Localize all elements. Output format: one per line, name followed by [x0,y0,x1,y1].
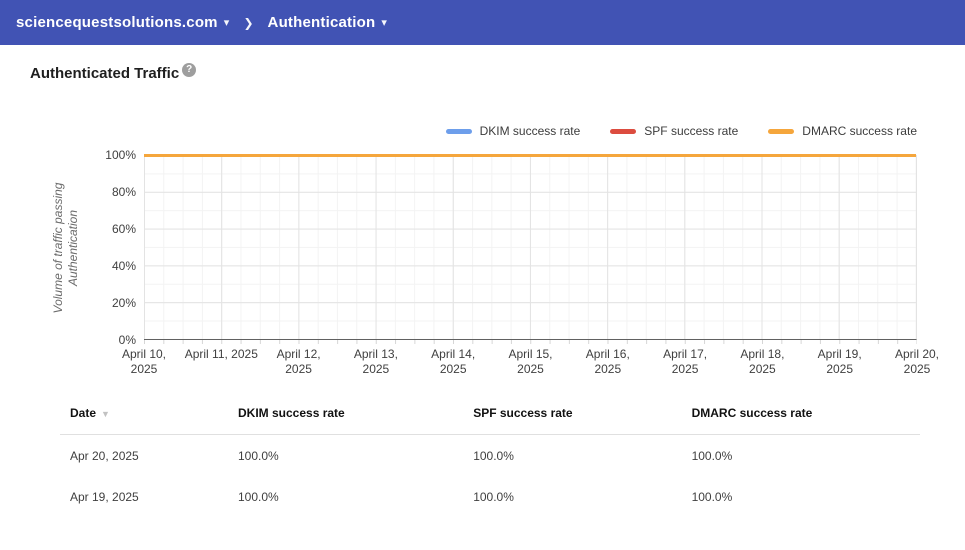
cell-dkim: 100.0% [238,490,473,504]
legend-label-dkim: DKIM success rate [480,124,581,138]
y-tick-20: 20% [76,296,136,310]
page-title: Authenticated Traffic [30,65,179,82]
cell-spf: 100.0% [473,449,691,463]
breadcrumb-separator-icon: ❯ [243,16,253,30]
y-tick-40: 40% [76,259,136,273]
app-bar: sciencequestsolutions.com ▾ ❯ Authentica… [0,0,965,45]
column-header-date[interactable]: Date ▼ [70,406,238,420]
table-row: Apr 20, 2025 100.0% 100.0% 100.0% [60,435,920,476]
x-label-apr20: April 20, 2025 [872,347,962,377]
domain-selector-dropdown[interactable]: sciencequestsolutions.com ▾ [16,14,229,31]
legend-item-dmarc: DMARC success rate [768,124,917,138]
cell-date: Apr 19, 2025 [70,490,238,504]
y-tick-100: 100% [76,148,136,162]
y-tick-80: 80% [76,185,136,199]
sort-descending-icon: ▼ [101,409,110,419]
column-header-dmarc: DMARC success rate [692,406,910,420]
y-tick-60: 60% [76,222,136,236]
chevron-down-icon: ▾ [381,16,387,29]
section-selector-dropdown[interactable]: Authentication ▾ [268,14,388,31]
legend-item-dkim: DKIM success rate [446,124,581,138]
dmarc-series-line [144,154,916,157]
y-axis-title: Volume of traffic passing Authentication [51,148,81,348]
dmarc-line-swatch [768,129,794,134]
legend-label-spf: SPF success rate [644,124,738,138]
table-row: Apr 19, 2025 100.0% 100.0% 100.0% [60,476,920,517]
column-header-spf: SPF success rate [473,406,691,420]
section-selector-label: Authentication [268,14,376,31]
spf-line-swatch [610,129,636,134]
column-header-dkim: DKIM success rate [238,406,473,420]
domain-selector-label: sciencequestsolutions.com [16,14,218,31]
authentication-results-table: Date ▼ DKIM success rate SPF success rate… [60,396,920,517]
chevron-down-icon: ▾ [224,16,230,29]
cell-spf: 100.0% [473,490,691,504]
plot-area [144,155,917,340]
cell-date: Apr 20, 2025 [70,449,238,463]
table-header-row: Date ▼ DKIM success rate SPF success rate… [60,396,920,435]
page-title-row: Authenticated Traffic ? [30,65,965,82]
cell-dmarc: 100.0% [692,449,910,463]
y-tick-0: 0% [76,333,136,347]
dkim-line-swatch [446,129,472,134]
x-axis-ticks [144,340,917,344]
legend-label-dmarc: DMARC success rate [802,124,917,138]
y-axis-title-line1: Volume of traffic passing [51,182,65,313]
cell-dkim: 100.0% [238,449,473,463]
y-axis-title-line2: Authentication [66,209,80,285]
cell-dmarc: 100.0% [692,490,910,504]
legend-item-spf: SPF success rate [610,124,738,138]
chart-legend: DKIM success rate SPF success rate DMARC… [0,124,917,138]
column-header-date-label: Date [70,406,96,420]
help-icon[interactable]: ? [182,63,196,77]
authenticated-traffic-chart: Volume of traffic passing Authentication… [144,155,917,340]
